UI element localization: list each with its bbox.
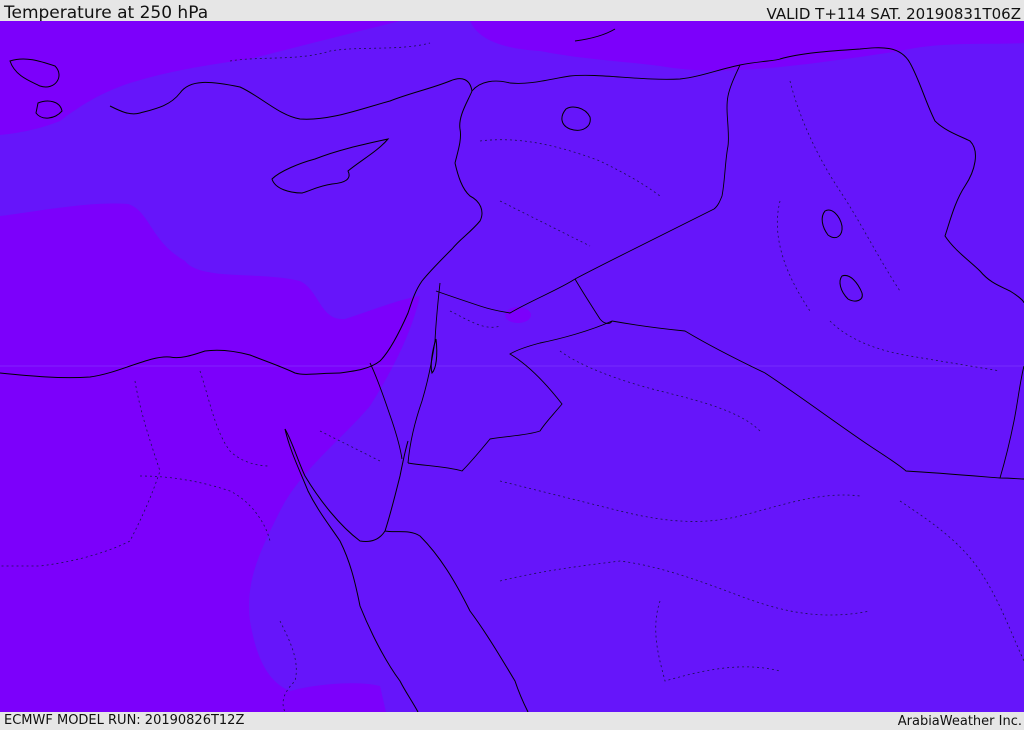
- map-canvas: [0, 21, 1024, 712]
- map-footer: ECMWF MODEL RUN: 20190826T12Z ArabiaWeat…: [0, 712, 1024, 729]
- temperature-blob: [505, 307, 531, 323]
- model-run-label: ECMWF MODEL RUN: 20190826T12Z: [4, 713, 245, 728]
- map-title: Temperature at 250 hPa: [4, 3, 209, 23]
- credit-label: ArabiaWeather Inc.: [897, 714, 1022, 729]
- temperature-map: [0, 21, 1024, 712]
- map-header: Temperature at 250 hPa VALID T+114 SAT. …: [0, 0, 1024, 23]
